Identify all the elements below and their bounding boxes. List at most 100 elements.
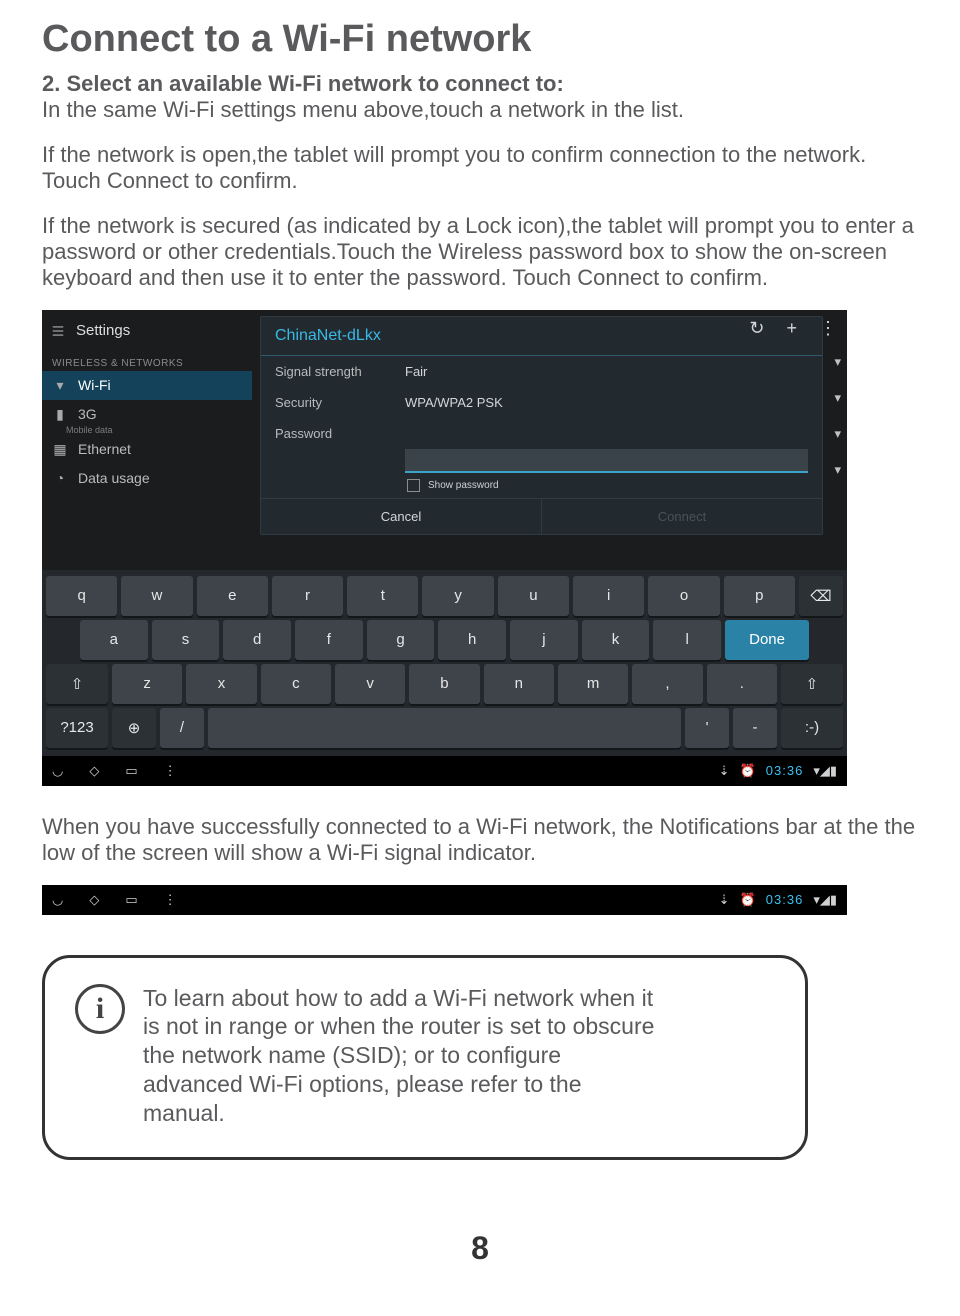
password-input[interactable] — [405, 449, 808, 473]
key-l[interactable]: l — [653, 620, 721, 660]
key-period[interactable]: . — [707, 664, 777, 704]
android-nav-bar-2: ◡ ◇ ▭ ⋮ ⇣ ⏰ 03:36 ▾◢▮ — [42, 885, 847, 915]
key-backspace[interactable]: ⌫ — [799, 576, 843, 616]
signal-icon: ▮ — [52, 406, 68, 423]
connect-button[interactable]: Connect — [542, 499, 822, 534]
android-nav-bar: ◡ ◇ ▭ ⋮ ⇣ ⏰ 03:36 ▾◢▮ — [42, 756, 847, 786]
key-e[interactable]: e — [197, 576, 268, 616]
key-x[interactable]: x — [186, 664, 256, 704]
key-b[interactable]: b — [409, 664, 479, 704]
key-f[interactable]: f — [295, 620, 363, 660]
signal-strength-label: Signal strength — [275, 364, 405, 379]
key-u[interactable]: u — [498, 576, 569, 616]
key-shift-left[interactable]: ⇧ — [46, 664, 108, 704]
alarm-icon: ⏰ — [740, 763, 756, 779]
password-label: Password — [275, 426, 405, 441]
network-signal-list: ▾ ▾ ▾ ▾ — [834, 354, 841, 478]
info-icon: i — [75, 984, 125, 1034]
secured-network-para: If the network is secured (as indicated … — [42, 213, 918, 292]
refresh-icon[interactable]: ↻ — [749, 318, 764, 339]
key-n[interactable]: n — [484, 664, 554, 704]
home-icon[interactable]: ◇ — [89, 892, 99, 908]
settings-sidebar: Settings WIRELESS & NETWORKS ▾ Wi-Fi ▮ 3… — [42, 310, 252, 570]
page-title: Connect to a Wi-Fi network — [42, 18, 918, 61]
sidebar-item-data-usage[interactable]: ◔ Data usage — [42, 464, 252, 492]
key-z[interactable]: z — [112, 664, 182, 704]
key-k[interactable]: k — [582, 620, 650, 660]
back-icon[interactable]: ◡ — [52, 763, 63, 779]
show-password-checkbox[interactable]: Show password — [407, 479, 822, 492]
tip-callout: i To learn about how to add a Wi-Fi netw… — [42, 955, 808, 1161]
wifi-signal-icon: ▾ — [834, 390, 841, 406]
key-d[interactable]: d — [223, 620, 291, 660]
add-network-icon[interactable]: + — [786, 318, 797, 339]
key-t[interactable]: t — [347, 576, 418, 616]
key-space[interactable] — [208, 708, 681, 748]
clock: 03:36 — [766, 892, 804, 907]
open-network-para: If the network is open,the tablet will p… — [42, 142, 918, 195]
key-m[interactable]: m — [558, 664, 628, 704]
3g-subtitle: Mobile data — [66, 425, 252, 435]
key-language[interactable]: ⊕ — [112, 708, 156, 748]
key-numbers[interactable]: ?123 — [46, 708, 108, 748]
security-value: WPA/WPA2 PSK — [405, 395, 503, 410]
key-o[interactable]: o — [648, 576, 719, 616]
step2-intro: 2. Select an available Wi-Fi network to … — [42, 71, 918, 124]
cancel-button[interactable]: Cancel — [261, 499, 542, 534]
wifi-signal-icon: ▾ — [834, 462, 841, 478]
success-para: When you have successfully connected to … — [42, 814, 918, 867]
wifi-icon: ▾ — [52, 377, 68, 394]
key-h[interactable]: h — [438, 620, 506, 660]
onscreen-keyboard: q w e r t y u i o p ⌫ a s d f g h j k — [42, 570, 847, 756]
key-apostrophe[interactable]: ' — [685, 708, 729, 748]
settings-title[interactable]: Settings — [42, 310, 252, 352]
key-a[interactable]: a — [80, 620, 148, 660]
key-g[interactable]: g — [367, 620, 435, 660]
wifi-signal-icon: ▾ — [834, 426, 841, 442]
key-w[interactable]: w — [121, 576, 192, 616]
recent-apps-icon[interactable]: ▭ — [125, 763, 137, 779]
wifi-password-dialog: ChinaNet-dLkx Signal strength Fair Secur… — [260, 316, 823, 535]
clock: 03:36 — [766, 763, 804, 778]
alarm-icon: ⏰ — [740, 892, 756, 908]
key-smile[interactable]: :-) — [781, 708, 843, 748]
back-icon[interactable]: ◡ — [52, 892, 63, 908]
page-number: 8 — [42, 1230, 918, 1267]
overflow-menu-icon[interactable]: ⋮ — [819, 318, 837, 339]
key-j[interactable]: j — [510, 620, 578, 660]
android-wifi-screenshot: Settings WIRELESS & NETWORKS ▾ Wi-Fi ▮ 3… — [42, 310, 847, 786]
data-icon: ◔ — [52, 470, 68, 486]
wifi-status-icon: ▾◢▮ — [813, 892, 837, 908]
security-label: Security — [275, 395, 405, 410]
key-i[interactable]: i — [573, 576, 644, 616]
key-done[interactable]: Done — [725, 620, 809, 660]
key-s[interactable]: s — [152, 620, 220, 660]
key-dash[interactable]: - — [733, 708, 777, 748]
signal-strength-value: Fair — [405, 364, 427, 379]
wireless-networks-header: WIRELESS & NETWORKS — [42, 352, 252, 371]
dialog-ssid: ChinaNet-dLkx — [261, 317, 822, 356]
key-v[interactable]: v — [335, 664, 405, 704]
key-c[interactable]: c — [261, 664, 331, 704]
key-shift-right[interactable]: ⇧ — [781, 664, 843, 704]
download-icon: ⇣ — [719, 763, 730, 779]
key-comma[interactable]: , — [632, 664, 702, 704]
ethernet-icon: ▦ — [52, 441, 68, 458]
wifi-status-icon: ▾◢▮ — [813, 763, 837, 779]
key-slash[interactable]: / — [160, 708, 204, 748]
nav-more-icon[interactable]: ⋮ — [164, 892, 177, 908]
key-q[interactable]: q — [46, 576, 117, 616]
key-y[interactable]: y — [422, 576, 493, 616]
sidebar-item-ethernet[interactable]: ▦ Ethernet — [42, 435, 252, 464]
tip-text: To learn about how to add a Wi-Fi networ… — [143, 984, 663, 1128]
nav-more-icon[interactable]: ⋮ — [164, 763, 177, 779]
recent-apps-icon[interactable]: ▭ — [125, 892, 137, 908]
key-r[interactable]: r — [272, 576, 343, 616]
wifi-signal-icon: ▾ — [834, 354, 841, 370]
checkbox-icon — [407, 479, 420, 492]
settings-icon — [50, 324, 66, 338]
sidebar-item-wifi[interactable]: ▾ Wi-Fi — [42, 371, 252, 400]
key-p[interactable]: p — [724, 576, 795, 616]
download-icon: ⇣ — [719, 892, 730, 908]
home-icon[interactable]: ◇ — [89, 763, 99, 779]
